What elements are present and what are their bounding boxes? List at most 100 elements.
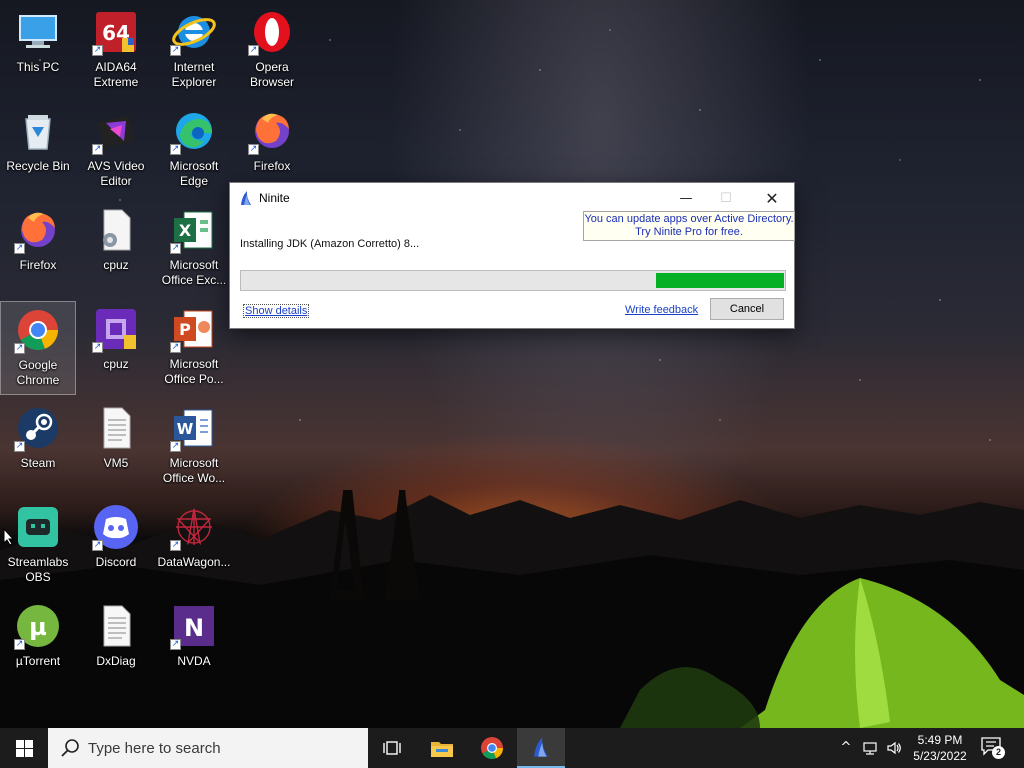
desktop-icon[interactable]: Streamlabs OBS xyxy=(0,499,76,593)
ninite-icon xyxy=(534,737,548,757)
ninite-logo-icon xyxy=(241,191,251,205)
shortcut-arrow-icon: ↗ xyxy=(248,45,259,56)
system-clock[interactable]: 5:49 PM 5/23/2022 xyxy=(905,732,975,764)
file-explorer-button[interactable] xyxy=(418,728,466,768)
desktop-icon[interactable]: P ↗ Microsoft Office Po... xyxy=(156,301,232,395)
desktop-icon[interactable]: N ↗ NVDA xyxy=(156,598,232,692)
desktop-icon[interactable]: ↗ Microsoft Edge xyxy=(156,103,232,197)
taskbar-search-box[interactable]: Type here to search xyxy=(48,728,368,768)
desktop-icon[interactable]: This PC xyxy=(0,4,76,98)
shortcut-arrow-icon: ↗ xyxy=(170,342,181,353)
text-file-icon xyxy=(92,404,140,452)
computer-icon xyxy=(14,8,62,56)
desktop-icon-label: Internet Explorer xyxy=(171,60,217,89)
task-view-button[interactable] xyxy=(368,728,416,768)
shortcut-arrow-icon: ↗ xyxy=(170,540,181,551)
nvda-icon: N ↗ xyxy=(170,602,218,650)
desktop-icon-label: Microsoft Edge xyxy=(169,159,219,188)
desktop-icon-label: VM5 xyxy=(103,456,129,470)
taskbar: Type here to search ^ 5:49 PM 5/23/2022 … xyxy=(0,728,1024,768)
search-icon xyxy=(61,739,79,757)
chrome-taskbar-button[interactable] xyxy=(468,728,516,768)
desktop-icon-label: Firefox xyxy=(253,159,291,173)
windows-logo-icon xyxy=(15,739,33,757)
chrome-icon xyxy=(481,737,504,760)
steam-icon: ↗ xyxy=(14,404,62,452)
file-explorer-icon xyxy=(431,742,453,757)
desktop-icon-label: Firefox xyxy=(19,258,57,272)
task-view-icon xyxy=(383,741,401,755)
desktop-icon[interactable]: ↗ Opera Browser xyxy=(234,4,310,98)
powerpoint-icon: P ↗ xyxy=(170,305,218,353)
desktop-icon-label: Recycle Bin xyxy=(6,159,70,173)
svg-text:N: N xyxy=(184,614,204,642)
network-icon[interactable] xyxy=(862,740,878,756)
close-button[interactable]: ✕ xyxy=(749,183,795,213)
promo-line-2: Try Ninite Pro for free. xyxy=(635,226,743,238)
search-placeholder: Type here to search xyxy=(88,739,221,757)
opera-icon: ↗ xyxy=(248,8,296,56)
datawagon-icon: ↗ xyxy=(170,503,218,551)
mouse-cursor-icon xyxy=(3,528,15,546)
action-center-button[interactable]: 2 xyxy=(980,736,1008,760)
progress-fill xyxy=(656,273,784,288)
ninite-window: Ninite — ☐ ✕ You can update apps over Ac… xyxy=(229,182,795,329)
utorrent-icon: µ ↗ xyxy=(14,602,62,650)
chevron-up-icon[interactable]: ^ xyxy=(838,740,854,756)
desktop-icon[interactable]: cpuz xyxy=(78,202,154,296)
maximize-button[interactable]: ☐ xyxy=(703,183,749,213)
avs-video-editor-icon: ↗ xyxy=(92,107,140,155)
desktop-icon[interactable]: DxDiag xyxy=(78,598,154,692)
desktop-icon-label: AIDA64 Extreme xyxy=(93,60,139,89)
shortcut-arrow-icon: ↗ xyxy=(92,342,103,353)
shortcut-arrow-icon: ↗ xyxy=(14,441,25,452)
shortcut-arrow-icon: ↗ xyxy=(92,45,103,56)
write-feedback-link[interactable]: Write feedback xyxy=(625,304,698,316)
text-file-icon xyxy=(92,602,140,650)
desktop-icon-label: Opera Browser xyxy=(249,60,294,89)
desktop-icon[interactable]: ↗ Firefox xyxy=(0,202,76,296)
volume-icon[interactable] xyxy=(886,740,902,756)
shortcut-arrow-icon: ↗ xyxy=(14,639,25,650)
shortcut-arrow-icon: ↗ xyxy=(14,243,25,254)
start-button[interactable] xyxy=(0,728,48,768)
desktop-icon[interactable]: ↗ Steam xyxy=(0,400,76,494)
shortcut-arrow-icon: ↗ xyxy=(170,45,181,56)
desktop-icon[interactable]: VM5 xyxy=(78,400,154,494)
desktop-icon-label: Discord xyxy=(95,555,137,569)
svg-text:W: W xyxy=(177,420,194,438)
desktop-icon[interactable]: ↗ Internet Explorer xyxy=(156,4,232,98)
desktop-icon[interactable]: ↗ Google Chrome xyxy=(0,301,76,395)
desktop-icon-label: AVS Video Editor xyxy=(87,159,145,188)
shortcut-arrow-icon: ↗ xyxy=(14,343,25,354)
desktop-icon[interactable]: ↗ DataWagon... xyxy=(156,499,232,593)
desktop-icon[interactable]: 64 ↗ AIDA64 Extreme xyxy=(78,4,154,98)
excel-icon: X ↗ xyxy=(170,206,218,254)
desktop-icon-label: DataWagon... xyxy=(157,555,231,569)
desktop-icon-label: DxDiag xyxy=(96,654,136,668)
clock-date: 5/23/2022 xyxy=(913,749,967,763)
chrome-icon: ↗ xyxy=(14,306,62,354)
file-gear-icon xyxy=(92,206,140,254)
show-details-link[interactable]: Show details xyxy=(243,304,310,318)
promo-line-1: You can update apps over Active Director… xyxy=(584,213,794,225)
desktop-icon[interactable]: µ ↗ µTorrent xyxy=(0,598,76,692)
cancel-button[interactable]: Cancel xyxy=(710,298,784,320)
aida64-icon: 64 ↗ xyxy=(92,8,140,56)
word-icon: W ↗ xyxy=(170,404,218,452)
desktop-icon[interactable]: ↗ AVS Video Editor xyxy=(78,103,154,197)
desktop-icon[interactable]: ↗ cpuz xyxy=(78,301,154,395)
ninite-pro-promo[interactable]: You can update apps over Active Director… xyxy=(583,211,795,241)
desktop-icon[interactable]: Recycle Bin xyxy=(0,103,76,197)
ninite-titlebar[interactable]: Ninite — ☐ ✕ xyxy=(230,183,794,213)
desktop-icon[interactable]: W ↗ Microsoft Office Wo... xyxy=(156,400,232,494)
ninite-taskbar-button[interactable] xyxy=(517,728,565,768)
install-progress-bar xyxy=(240,270,786,291)
shortcut-arrow-icon: ↗ xyxy=(170,441,181,452)
firefox-icon: ↗ xyxy=(14,206,62,254)
desktop-icon-label: NVDA xyxy=(177,654,211,668)
desktop-icon[interactable]: ↗ Discord xyxy=(78,499,154,593)
desktop-icon[interactable]: X ↗ Microsoft Office Exc... xyxy=(156,202,232,296)
desktop-icon-label: Microsoft Office Po... xyxy=(164,357,224,386)
internet-explorer-icon: ↗ xyxy=(170,8,218,56)
